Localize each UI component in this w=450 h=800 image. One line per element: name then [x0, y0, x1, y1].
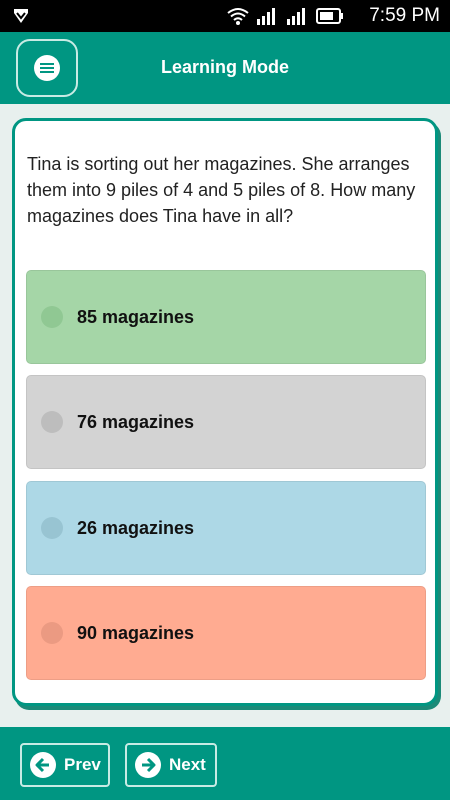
answer-option-3[interactable]: 26 magazines	[26, 481, 426, 575]
wifi-icon	[226, 6, 250, 30]
status-time: 7:59 PM	[369, 5, 440, 26]
radio-icon	[41, 411, 63, 433]
menu-icon	[34, 55, 60, 81]
answer-option-label: 85 magazines	[77, 306, 195, 327]
radio-icon	[41, 517, 63, 539]
app-shield-icon	[12, 7, 30, 29]
arrow-right-icon	[135, 752, 161, 778]
next-button[interactable]: Next	[125, 743, 217, 787]
status-bar: 7:59 PM	[0, 0, 450, 32]
arrow-left-icon	[30, 752, 56, 778]
answer-option-2[interactable]: 76 magazines	[26, 375, 426, 469]
bottom-nav: Prev Next	[0, 727, 450, 800]
answer-option-label: 76 magazines	[77, 411, 195, 432]
answer-option-4[interactable]: 90 magazines	[26, 586, 426, 680]
app-header: Learning Mode	[0, 32, 450, 104]
signal-icon	[256, 6, 280, 30]
answer-option-label: 90 magazines	[77, 622, 195, 643]
next-label: Next	[169, 755, 206, 774]
answer-option-label: 26 magazines	[77, 517, 195, 538]
answer-option-1[interactable]: 85 magazines	[26, 270, 426, 364]
question-card: Tina is sorting out her magazines. She a…	[12, 118, 438, 706]
prev-button[interactable]: Prev	[20, 743, 110, 787]
battery-icon	[316, 7, 344, 29]
radio-icon	[41, 306, 63, 328]
signal-icon	[286, 6, 310, 30]
question-text: Tina is sorting out her magazines. She a…	[27, 154, 416, 226]
prev-label: Prev	[64, 755, 101, 774]
menu-button[interactable]	[16, 39, 78, 97]
radio-icon	[41, 622, 63, 644]
